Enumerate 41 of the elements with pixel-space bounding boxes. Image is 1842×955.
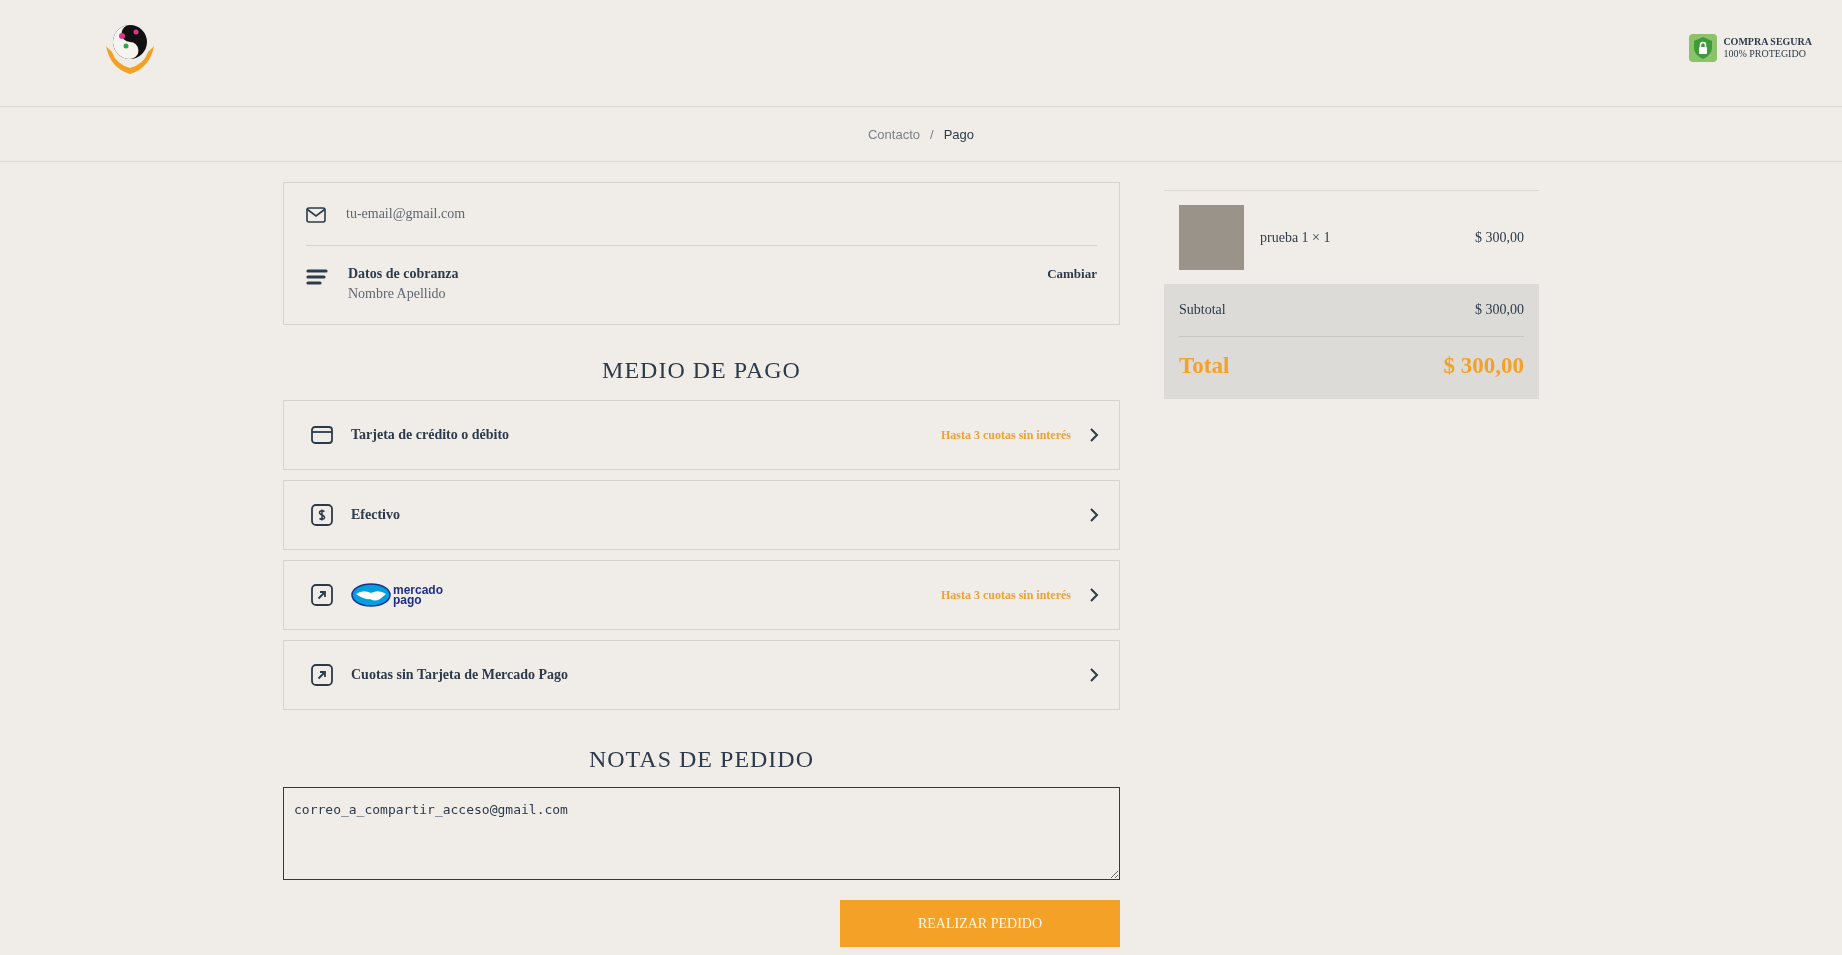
billing-title: Datos de cobranza <box>348 266 460 282</box>
payment-option[interactable]: Efectivo <box>283 480 1120 550</box>
payment-option-label: Efectivo <box>351 507 400 523</box>
payment-option[interactable]: mercado pago Hasta 3 cuotas sin interés <box>283 560 1120 630</box>
dollar-icon <box>311 504 333 526</box>
chevron-right-icon <box>1089 667 1099 683</box>
shield-lock-icon <box>1689 34 1718 62</box>
mail-icon <box>306 207 326 223</box>
list-icon <box>306 268 328 286</box>
payment-option[interactable]: Tarjeta de crédito o débito Hasta 3 cuotas sin interés <box>283 400 1120 470</box>
notes-field[interactable]: correo_a_compartir_acceso@gmail.com <box>283 787 1120 880</box>
card-icon <box>311 426 333 444</box>
product-price: $ 300,00 <box>1475 229 1524 246</box>
chevron-right-icon <box>1089 427 1099 443</box>
change-link[interactable]: Cambiar <box>1047 266 1097 282</box>
payment-option-label: Cuotas sin Tarjeta de Mercado Pago <box>351 667 569 683</box>
product-name: prueba 1 × 1 <box>1260 229 1332 246</box>
billing-name: Nombre Apellido <box>348 286 447 302</box>
email-text: tu-email@gmail.com <box>346 206 466 222</box>
chevron-right-icon <box>1089 507 1099 523</box>
secure-badge-subtitle: 100% PROTEGIDO <box>1723 48 1807 60</box>
breadcrumb-link[interactable]: Contacto <box>867 126 920 142</box>
subtotal-value: $ 300,00 <box>1475 302 1524 318</box>
logo-wordmark: mercado pago <box>393 585 444 605</box>
payment-option[interactable]: Cuotas sin Tarjeta de Mercado Pago <box>283 640 1120 710</box>
chevron-right-icon <box>1089 587 1099 603</box>
payment-option-label: Tarjeta de crédito o débito <box>351 427 510 443</box>
total-label: Total <box>1179 353 1230 379</box>
installments-note: Hasta 3 cuotas sin interés <box>941 427 1071 443</box>
section-heading: MEDIO DE PAGO <box>601 357 802 384</box>
total-value: $ 300,00 <box>1443 353 1524 379</box>
subtotal-label: Subtotal <box>1179 302 1226 318</box>
installments-note: Hasta 3 cuotas sin interés <box>941 587 1071 603</box>
external-link-icon <box>311 664 333 686</box>
section-heading: NOTAS DE PEDIDO <box>587 746 816 773</box>
product-photo-placeholder <box>1179 205 1244 270</box>
external-link-icon <box>311 584 333 606</box>
handshake-logo-icon <box>351 583 391 607</box>
breadcrumb-link[interactable]: Pago <box>943 126 974 142</box>
breadcrumb-separator: / <box>930 126 934 142</box>
secure-badge-title: COMPRA SEGURA <box>1723 36 1812 48</box>
